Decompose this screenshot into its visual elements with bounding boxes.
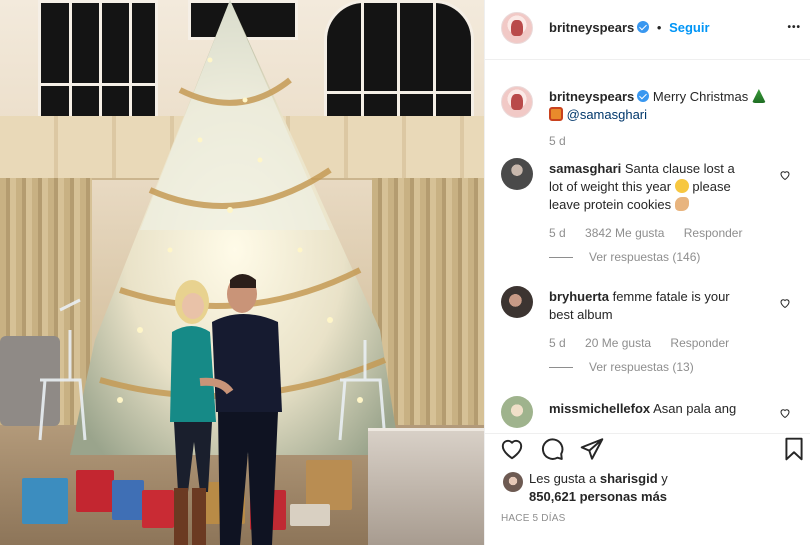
comment-text: lot of weight this year [549, 179, 672, 194]
bookmark-icon[interactable] [781, 436, 807, 462]
comment-username[interactable]: samasghari [549, 161, 621, 176]
reply-button[interactable]: Responder [670, 336, 729, 350]
comment-item: missmichellefox Asan pala ang [549, 400, 759, 418]
present-box [76, 470, 114, 512]
comment-item: bryhuerta femme fatale is your best albu… [549, 288, 759, 374]
replies-divider [549, 367, 573, 369]
post-header: britneyspears • Seguir ••• [485, 0, 810, 60]
more-options-icon[interactable]: ••• [787, 22, 801, 33]
header-username[interactable]: britneyspears [549, 20, 634, 35]
heart-icon[interactable] [499, 436, 525, 462]
avatar[interactable] [501, 158, 533, 190]
comment-item: samasghari Santa clause lost a lot of we… [549, 160, 759, 264]
replies-divider [549, 257, 573, 259]
view-replies[interactable]: Ver respuestas (146) [549, 250, 759, 264]
follow-button[interactable]: Seguir [669, 20, 709, 35]
avatar[interactable] [501, 86, 533, 118]
comment-text: Santa clause lost a [624, 161, 735, 176]
likes-mid: y [661, 471, 668, 486]
avatar[interactable] [501, 396, 533, 428]
comment-like-heart-icon[interactable] [779, 169, 791, 181]
side-table [368, 428, 484, 545]
comment-text: femme fatale is your [612, 289, 730, 304]
present-box [306, 460, 352, 510]
christmas-tree-icon [751, 89, 766, 103]
view-replies-label[interactable]: Ver respuestas (146) [589, 250, 700, 264]
header-separator: • [656, 20, 662, 35]
share-icon[interactable] [579, 436, 605, 462]
present-box [22, 478, 68, 524]
post-photo[interactable] [0, 0, 484, 545]
comment-time: 5 d [549, 226, 566, 240]
comment-likes[interactable]: 20 Me gusta [585, 336, 651, 350]
comment-like-heart-icon[interactable] [779, 407, 791, 419]
comment-username[interactable]: missmichellefox [549, 401, 650, 416]
gift-icon [549, 107, 563, 121]
post-timestamp[interactable]: HACE 5 DÍAS [501, 513, 565, 524]
view-replies-label[interactable]: Ver respuestas (13) [589, 360, 694, 374]
comment-icon[interactable] [539, 436, 565, 462]
avatar[interactable] [503, 472, 523, 492]
reply-button[interactable]: Responder [684, 226, 743, 240]
comment-likes[interactable]: 3842 Me gusta [585, 226, 664, 240]
likes-count[interactable]: 850,621 personas más [529, 489, 667, 504]
comment-time: 5 d [549, 336, 566, 350]
comment-username[interactable]: bryhuerta [549, 289, 609, 304]
mention-link[interactable]: @samasghari [567, 107, 647, 122]
flexed-biceps-icon [674, 197, 689, 211]
comment-text: best album [549, 307, 613, 322]
comment-like-heart-icon[interactable] [779, 297, 791, 309]
comment-text: Asan pala ang [653, 401, 737, 416]
likes-user[interactable]: sharisgid [600, 471, 658, 486]
caption: britneyspears Merry Christmas @samasghar… [549, 88, 779, 148]
couple [170, 274, 282, 545]
present-box [112, 480, 144, 520]
caption-text: Merry Christmas [652, 89, 749, 104]
avatar[interactable] [501, 12, 533, 44]
comment-text: leave protein cookies [549, 197, 672, 212]
caption-username[interactable]: britneyspears [549, 89, 634, 104]
grinning-face-icon [674, 179, 689, 193]
verified-badge-icon [637, 90, 650, 102]
caption-time: 5 d [549, 134, 566, 148]
avatar[interactable] [501, 286, 533, 318]
likes-prefix: Les gusta a [529, 471, 597, 486]
comments-list[interactable]: britneyspears Merry Christmas @samasghar… [485, 60, 810, 433]
post-side-panel: britneyspears • Seguir ••• britneyspears… [484, 0, 810, 545]
comment-text: please [692, 179, 731, 194]
view-replies[interactable]: Ver respuestas (13) [549, 360, 759, 374]
verified-badge-icon [637, 21, 650, 33]
likes-summary: Les gusta a sharisgid y 850,621 personas… [529, 470, 799, 506]
present-box [290, 504, 330, 526]
